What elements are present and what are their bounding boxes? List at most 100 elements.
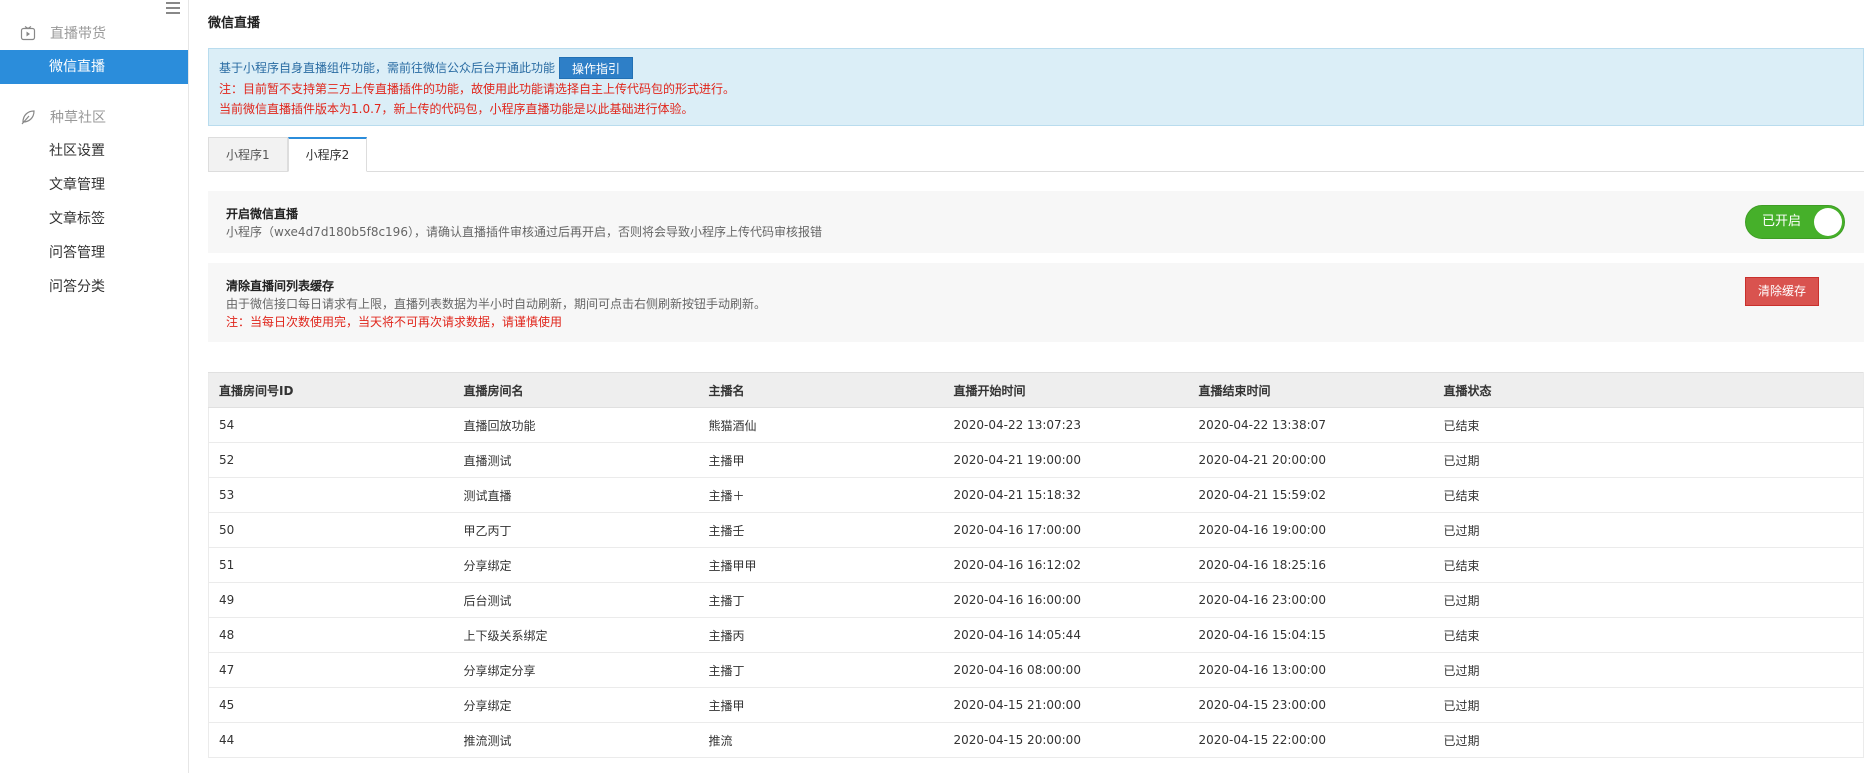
leaf-icon <box>18 107 38 127</box>
tab-miniprogram-2[interactable]: 小程序2 <box>287 137 368 172</box>
col-end-time: 直播结束时间 <box>1188 372 1434 408</box>
cell-status: 已过期 <box>1433 582 1864 618</box>
sidebar-group-live-commerce[interactable]: 直播带货 <box>0 16 188 50</box>
cell-room-id: 45 <box>208 687 454 723</box>
cell-anchor: 主播丁 <box>698 652 944 688</box>
cell-start-time: 2020-04-15 21:00:00 <box>943 687 1189 723</box>
live-switch-panel: 开启微信直播 小程序（wxe4d7d180b5f8c196），请确认直播插件审核… <box>208 191 1864 253</box>
live-switch-title: 开启微信直播 <box>226 207 299 221</box>
cell-status: 已过期 <box>1433 652 1864 688</box>
main-content: 微信直播 基于小程序自身直播组件功能，需前往微信公众后台开通此功能 操作指引 注… <box>189 0 1868 773</box>
table-row: 48 上下级关系绑定 主播丙 2020-04-16 14:05:44 2020-04-1… <box>208 617 1864 653</box>
notice-warning: 注：目前暂不支持第三方上传直播插件的功能，故使用此功能请选择自主上传代码包的形式… <box>219 82 736 96</box>
table-header-row: 直播房间号ID 直播房间名 主播名 直播开始时间 直播结束时间 直播状态 <box>208 372 1864 408</box>
cell-room-id: 47 <box>208 652 454 688</box>
cell-room-name: 分享绑定 <box>453 687 699 723</box>
clear-cache-button[interactable]: 清除缓存 <box>1745 277 1819 306</box>
cell-end-time: 2020-04-16 23:00:00 <box>1188 582 1434 618</box>
cell-room-id: 44 <box>208 722 454 758</box>
cell-end-time: 2020-04-21 20:00:00 <box>1188 442 1434 478</box>
cell-start-time: 2020-04-16 14:05:44 <box>943 617 1189 653</box>
cell-start-time: 2020-04-15 20:00:00 <box>943 722 1189 758</box>
col-room-name: 直播房间名 <box>453 372 699 408</box>
table-row: 49 后台测试 主播丁 2020-04-16 16:00:00 2020-04-16 2… <box>208 582 1864 618</box>
cell-room-name: 后台测试 <box>453 582 699 618</box>
cell-room-id: 53 <box>208 477 454 513</box>
col-status: 直播状态 <box>1433 372 1864 408</box>
cell-start-time: 2020-04-16 17:00:00 <box>943 512 1189 548</box>
cell-start-time: 2020-04-21 19:00:00 <box>943 442 1189 478</box>
col-anchor: 主播名 <box>698 372 944 408</box>
cell-end-time: 2020-04-16 19:00:00 <box>1188 512 1434 548</box>
table-body: 54 直播回放功能 熊猫酒仙 2020-04-22 13:07:23 2020-04-2… <box>208 407 1864 758</box>
cell-anchor: 主播＋ <box>698 477 944 513</box>
cell-anchor: 推流 <box>698 722 944 758</box>
sidebar-item-wechat-live[interactable]: 微信直播 <box>0 50 188 84</box>
sidebar-item-community-settings[interactable]: 社区设置 <box>0 134 188 168</box>
cell-end-time: 2020-04-15 22:00:00 <box>1188 722 1434 758</box>
cell-room-name: 分享绑定分享 <box>453 652 699 688</box>
table-row: 47 分享绑定分享 主播丁 2020-04-16 08:00:00 2020-04-16… <box>208 652 1864 688</box>
tab-miniprogram-1[interactable]: 小程序1 <box>208 137 288 172</box>
cell-end-time: 2020-04-16 18:25:16 <box>1188 547 1434 583</box>
cell-status: 已过期 <box>1433 512 1864 548</box>
cell-start-time: 2020-04-16 16:12:02 <box>943 547 1189 583</box>
cell-room-name: 甲乙丙丁 <box>453 512 699 548</box>
tv-icon <box>18 23 38 43</box>
cell-end-time: 2020-04-16 15:04:15 <box>1188 617 1434 653</box>
guide-button[interactable]: 操作指引 <box>559 57 634 79</box>
cell-room-name: 测试直播 <box>453 477 699 513</box>
cache-title: 清除直播间列表缓存 <box>226 279 335 293</box>
cell-anchor: 主播壬 <box>698 512 944 548</box>
table-row: 45 分享绑定 主播甲 2020-04-15 21:00:00 2020-04-15 2… <box>208 687 1864 723</box>
cache-panel: 清除直播间列表缓存 由于微信接口每日请求有上限，直播列表数据为半小时自动刷新，期… <box>208 263 1864 342</box>
cell-anchor: 主播丁 <box>698 582 944 618</box>
sidebar-item-article-tags[interactable]: 文章标签 <box>0 202 188 236</box>
cell-room-id: 51 <box>208 547 454 583</box>
cell-room-name: 推流测试 <box>453 722 699 758</box>
cell-room-name: 直播回放功能 <box>453 407 699 443</box>
cell-end-time: 2020-04-22 13:38:07 <box>1188 407 1434 443</box>
cell-room-id: 52 <box>208 442 454 478</box>
cell-anchor: 主播甲 <box>698 442 944 478</box>
tab-bar: 小程序1 小程序2 <box>208 137 1864 172</box>
sidebar-item-article-management[interactable]: 文章管理 <box>0 168 188 202</box>
sidebar: 直播带货 微信直播 种草社区 社区设置 文章管理 文章标签 问答管理 问答分类 <box>0 0 189 773</box>
notice-text: 基于小程序自身直播组件功能，需前往微信公众后台开通此功能 <box>219 61 556 75</box>
sidebar-group-label: 直播带货 <box>50 26 106 42</box>
cell-end-time: 2020-04-15 23:00:00 <box>1188 687 1434 723</box>
cell-end-time: 2020-04-21 15:59:02 <box>1188 477 1434 513</box>
cell-status: 已结束 <box>1433 477 1864 513</box>
notice-version: 当前微信直播插件版本为1.0.7，新上传的代码包，小程序直播功能是以此基础进行体… <box>219 102 694 116</box>
col-start-time: 直播开始时间 <box>943 372 1189 408</box>
app-root: 直播带货 微信直播 种草社区 社区设置 文章管理 文章标签 问答管理 问答分类 … <box>0 0 1868 773</box>
table-row: 53 测试直播 主播＋ 2020-04-21 15:18:32 2020-04-21 1… <box>208 477 1864 513</box>
live-switch-desc: 小程序（wxe4d7d180b5f8c196），请确认直播插件审核通过后再开启，… <box>226 225 822 239</box>
live-room-table: 直播房间号ID 直播房间名 主播名 直播开始时间 直播结束时间 直播状态 54 直… <box>208 372 1864 758</box>
cell-status: 已结束 <box>1433 547 1864 583</box>
cell-room-id: 54 <box>208 407 454 443</box>
page-title: 微信直播 <box>208 16 261 31</box>
table-row: 52 直播测试 主播甲 2020-04-21 19:00:00 2020-04-21 2… <box>208 442 1864 478</box>
toggle-label: 已开启 <box>1762 214 1802 229</box>
sidebar-group-community[interactable]: 种草社区 <box>0 100 188 134</box>
cell-room-id: 50 <box>208 512 454 548</box>
cell-room-id: 48 <box>208 617 454 653</box>
cell-end-time: 2020-04-16 13:00:00 <box>1188 652 1434 688</box>
cache-warning: 注：当每日次数使用完，当天将不可再次请求数据，请谨慎使用 <box>226 315 563 329</box>
table-row: 44 推流测试 推流 2020-04-15 20:00:00 2020-04-15 22… <box>208 722 1864 758</box>
sidebar-item-qa-categories[interactable]: 问答分类 <box>0 270 188 304</box>
cell-anchor: 熊猫酒仙 <box>698 407 944 443</box>
sidebar-item-qa-management[interactable]: 问答管理 <box>0 236 188 270</box>
menu-toggle-icon[interactable] <box>166 2 180 14</box>
cell-room-id: 49 <box>208 582 454 618</box>
cell-status: 已结束 <box>1433 407 1864 443</box>
col-room-id: 直播房间号ID <box>208 372 454 408</box>
notice-box: 基于小程序自身直播组件功能，需前往微信公众后台开通此功能 操作指引 注：目前暂不… <box>208 48 1864 126</box>
cell-status: 已过期 <box>1433 687 1864 723</box>
table-row: 51 分享绑定 主播甲甲 2020-04-16 16:12:02 2020-04-16 … <box>208 547 1864 583</box>
cell-start-time: 2020-04-16 16:00:00 <box>943 582 1189 618</box>
cell-start-time: 2020-04-21 15:18:32 <box>943 477 1189 513</box>
cell-anchor: 主播甲甲 <box>698 547 944 583</box>
live-toggle[interactable]: 已开启 <box>1745 205 1845 239</box>
